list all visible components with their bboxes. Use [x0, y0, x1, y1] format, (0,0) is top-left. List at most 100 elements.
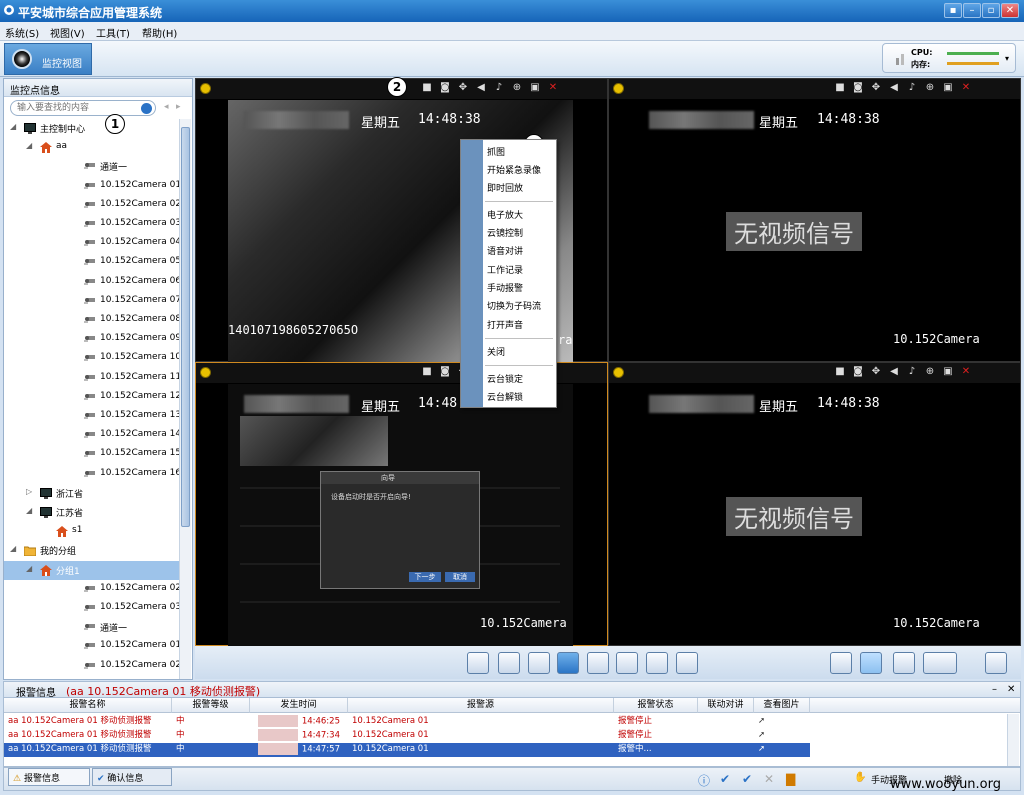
stream-icon[interactable]: ▣	[939, 366, 957, 377]
minimize-to-tray-button[interactable]: ▪	[944, 3, 962, 18]
tree-item[interactable]: 10.152Camera 10	[4, 349, 179, 368]
tree-item[interactable]: 10.152Camera 01	[4, 177, 179, 196]
tree-item[interactable]: 10.152Camera 14	[4, 426, 179, 445]
ctx-ptz-unlock[interactable]: 云台解锁	[487, 390, 523, 403]
stream-icon[interactable]: ▣	[939, 82, 957, 93]
ctx-ptz-lock[interactable]: 云台锁定	[487, 372, 523, 385]
col-status[interactable]: 报警状态	[614, 698, 698, 713]
tree-item[interactable]: s1	[4, 522, 179, 541]
ctx-close[interactable]: 关闭	[487, 345, 505, 358]
snapshot-icon[interactable]: ◙	[436, 366, 454, 377]
layout-9-button[interactable]	[893, 652, 915, 674]
record-icon[interactable]: ■	[831, 82, 849, 93]
tree-item[interactable]: ◢ 我的分组	[4, 541, 179, 560]
expand-toggle-icon[interactable]: ◢	[26, 506, 32, 515]
tab-monitor-view[interactable]: 监控视图	[4, 43, 92, 75]
refresh-button[interactable]	[557, 652, 579, 674]
ptz-icon[interactable]: ✥	[454, 82, 472, 93]
zoom-icon[interactable]: ⊕	[508, 82, 526, 93]
tree-item[interactable]: 10.152Camera 03	[4, 599, 179, 618]
expand-toggle-icon[interactable]: ◢	[26, 141, 32, 150]
alarm-row[interactable]: aa 10.152Camera 01 移动侦测报警 中 14:46:25 10.152…	[4, 715, 810, 729]
ctx-instant-playback[interactable]: 即时回放	[487, 181, 523, 194]
tree-item[interactable]: ◢ 江苏省	[4, 503, 179, 522]
alarm-row[interactable]: aa 10.152Camera 01 移动侦测报警 中 14:47:57 10.152…	[4, 743, 810, 757]
tree-item[interactable]: 10.152Camera 04	[4, 234, 179, 253]
mute-icon[interactable]: ◀	[885, 366, 903, 377]
mic-icon[interactable]: ♪	[490, 82, 508, 93]
layout-1-button[interactable]	[830, 652, 852, 674]
tree-item[interactable]: 10.152Camera 15	[4, 445, 179, 464]
tree-item[interactable]: 10.152Camera 11	[4, 369, 179, 388]
record-all-button[interactable]	[528, 652, 550, 674]
ptz-icon[interactable]: ✥	[867, 82, 885, 93]
video-pane-4[interactable]: ■ ◙ ✥ ◀ ♪ ⊕ ▣ ✕ 星期五 14:48:38 无视频信号 10.152Camera	[608, 362, 1021, 646]
tree-item[interactable]: 10.152Camera 06	[4, 273, 179, 292]
ctx-snapshot[interactable]: 抓图	[487, 145, 505, 158]
zoom-icon[interactable]: ⊕	[921, 366, 939, 377]
dropdown-arrow-icon[interactable]: ▾	[1005, 54, 1009, 63]
tree-item[interactable]: 10.152Camera 02	[4, 657, 179, 676]
expand-toggle-icon[interactable]: ▷	[26, 487, 32, 496]
layout-4-button[interactable]	[860, 652, 882, 674]
ctx-work-log[interactable]: 工作记录	[487, 263, 523, 276]
menu-view[interactable]: 视图(V)	[50, 25, 85, 40]
alarm-scrollbar[interactable]	[1007, 714, 1019, 766]
ctx-switch-substream[interactable]: 切换为子码流	[487, 299, 541, 312]
menu-help[interactable]: 帮助(H)	[142, 25, 177, 40]
menu-system[interactable]: 系统(S)	[5, 25, 39, 40]
zoom-icon[interactable]: ⊕	[921, 82, 939, 93]
mute-icon[interactable]: ◀	[472, 82, 490, 93]
view-image-icon[interactable]: ➚	[758, 743, 808, 756]
col-alarm-name[interactable]: 报警名称	[4, 698, 172, 713]
tree-item[interactable]: 10.152Camera 13	[4, 407, 179, 426]
export-button[interactable]	[676, 652, 698, 674]
video-pane-2[interactable]: ■ ◙ ✥ ◀ ♪ ⊕ ▣ ✕ 星期五 14:48:38 无视频信号 10.152Camera	[608, 78, 1021, 362]
mic-icon[interactable]: ♪	[903, 82, 921, 93]
snapshot-icon[interactable]: ◙	[849, 366, 867, 377]
tree-item[interactable]: ▷ 浙江省	[4, 484, 179, 503]
close-pane-icon[interactable]: ✕	[957, 366, 975, 377]
close-pane-icon[interactable]: ✕	[957, 82, 975, 93]
tree-item[interactable]: 10.152Camera 07	[4, 292, 179, 311]
ctx-voice-talk[interactable]: 语音对讲	[487, 244, 523, 257]
view-image-icon[interactable]: ➚	[758, 729, 808, 742]
menu-tools[interactable]: 工具(T)	[96, 25, 130, 40]
prev-page-button[interactable]	[587, 652, 609, 674]
col-view-image[interactable]: 查看图片	[754, 698, 810, 713]
delete-icon[interactable]: ✕	[764, 772, 774, 786]
expand-toggle-icon[interactable]: ◢	[10, 122, 16, 131]
tree-item[interactable]: 10.152Camera 01	[4, 637, 179, 656]
snapshot-icon[interactable]: ◙	[436, 82, 454, 93]
stop-all-button[interactable]	[467, 652, 489, 674]
expand-toggle-icon[interactable]: ◢	[26, 564, 32, 573]
stream-icon[interactable]: ▣	[526, 82, 544, 93]
tree-item[interactable]: ◢ 主控制中心	[4, 119, 179, 138]
tree-item[interactable]: 通道一	[4, 157, 179, 176]
tab-confirm-info[interactable]: ✔ 确认信息	[92, 768, 172, 786]
snapshot-icon[interactable]: ◙	[849, 82, 867, 93]
ctx-ptz-control[interactable]: 云镜控制	[487, 226, 523, 239]
search-go-icon[interactable]	[141, 103, 152, 114]
col-time[interactable]: 发生时间	[250, 698, 348, 713]
tree-item[interactable]: 10.152Camera 08	[4, 311, 179, 330]
ctx-emergency-record[interactable]: 开始紧急录像	[487, 163, 541, 176]
tree-item[interactable]: ◢ 分组1	[4, 560, 179, 580]
ctx-enable-audio[interactable]: 打开声音	[487, 318, 523, 331]
layout-more-dropdown[interactable]	[923, 652, 957, 674]
tree-item[interactable]: 通道一	[4, 618, 179, 637]
maximize-button[interactable]: ▫	[982, 3, 1000, 18]
close-panel-icon[interactable]: ✕	[1007, 684, 1015, 695]
prev-arrow-icon[interactable]: ◂	[164, 102, 169, 112]
trash-icon[interactable]: ▇	[786, 772, 795, 786]
record-icon[interactable]: ■	[418, 82, 436, 93]
check-icon[interactable]: ✔	[720, 772, 730, 786]
close-window-button[interactable]: ✕	[1001, 3, 1019, 18]
ctx-digital-zoom[interactable]: 电子放大	[487, 208, 523, 221]
close-pane-icon[interactable]: ✕	[544, 82, 562, 93]
tree-item[interactable]: 10.152Camera 09	[4, 330, 179, 349]
minimize-button[interactable]: –	[963, 3, 981, 18]
import-button[interactable]	[646, 652, 668, 674]
fullscreen-button[interactable]	[985, 652, 1007, 674]
ptz-icon[interactable]: ✥	[867, 366, 885, 377]
